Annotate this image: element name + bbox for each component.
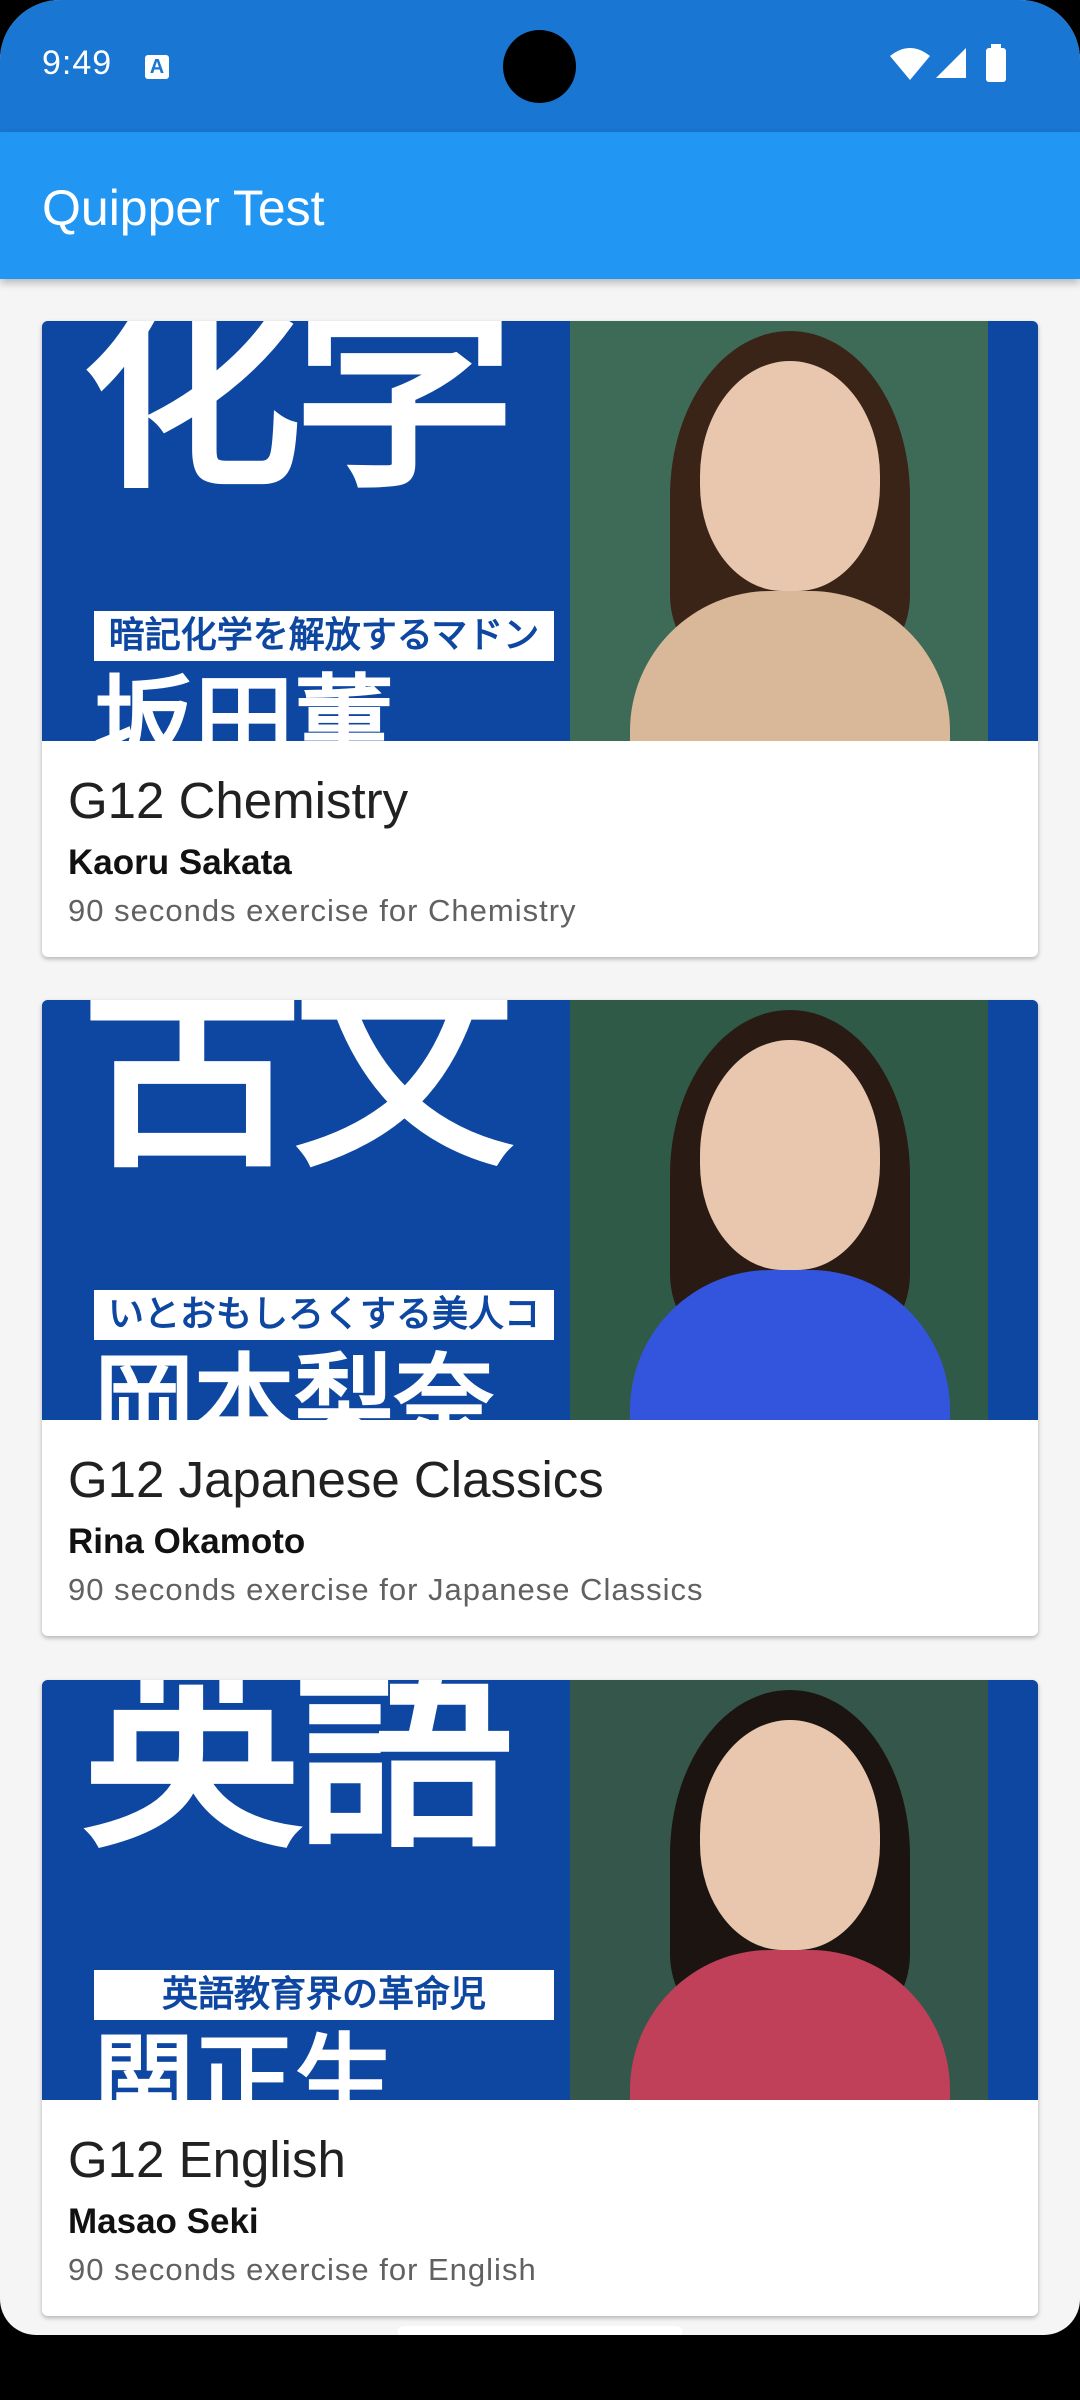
thumbnail-title-panel: 化学 暗記化学を解放するマドンナ 坂田薫: [42, 321, 570, 741]
course-teacher: Kaoru Sakata: [68, 843, 292, 882]
status-time: 9:49: [42, 44, 113, 82]
home-gesture-handle[interactable]: [398, 2326, 682, 2335]
thumbnail-teacher-name: 岡本梨奈: [94, 1343, 494, 1421]
app-bar: Quipper Test: [0, 132, 1080, 279]
course-card[interactable]: 英語 英語教育界の革命児 関正生 G12 English Masao Seki …: [42, 1680, 1038, 2316]
a-icon: A: [145, 55, 169, 79]
camera-cutout: [503, 30, 576, 103]
course-card[interactable]: 古文 いとおもしろくする美人コンダクター 岡本梨奈 G12 Japanese C…: [42, 1000, 1038, 1636]
course-teacher: Masao Seki: [68, 2202, 259, 2241]
thumbnail-tagline: 暗記化学を解放するマドンナ: [94, 611, 554, 706]
thumbnail-edge: [988, 1000, 1038, 1420]
signal-icon: [936, 48, 966, 78]
thumbnail-tagline: いとおもしろくする美人コンダクター: [94, 1290, 554, 1385]
course-card[interactable]: 化学 暗記化学を解放するマドンナ 坂田薫 G12 Chemistry Kaoru…: [42, 321, 1038, 957]
thumbnail-edge: [988, 321, 1038, 741]
thumbnail-subject-text: 古文: [82, 1000, 514, 1198]
teacher-face: [700, 361, 880, 591]
screen: 9:49 A Quipper Test 化学 暗記化学を解放するマドンナ 坂田薫: [0, 0, 1080, 2335]
course-description: 90 seconds exercise for Chemistry: [68, 893, 577, 928]
course-title: G12 Japanese Classics: [68, 1451, 604, 1508]
thumbnail-title-panel: 英語 英語教育界の革命児 関正生: [42, 1680, 570, 2100]
course-title: G12 English: [68, 2131, 346, 2188]
thumbnail-tagline: 英語教育界の革命児: [94, 1970, 554, 2020]
course-teacher: Rina Okamoto: [68, 1522, 306, 1561]
thumbnail-subject-text: 化学: [82, 321, 514, 519]
wifi-icon: [890, 48, 930, 80]
app-title: Quipper Test: [42, 180, 325, 236]
teacher-photo: [570, 321, 988, 741]
teacher-photo: [570, 1000, 988, 1420]
thumbnail-subject-text: 英語: [82, 1680, 514, 1878]
course-title: G12 Chemistry: [68, 772, 409, 829]
thumbnail-title-panel: 古文 いとおもしろくする美人コンダクター 岡本梨奈: [42, 1000, 570, 1420]
thumbnail-teacher-name: 関正生: [94, 2023, 394, 2101]
teacher-photo: [570, 1680, 988, 2100]
course-thumbnail: 英語 英語教育界の革命児 関正生: [42, 1680, 1038, 2100]
teacher-face: [700, 1720, 880, 1950]
teacher-face: [700, 1040, 880, 1270]
thumbnail-edge: [988, 1680, 1038, 2100]
battery-icon: [986, 44, 1006, 82]
course-description: 90 seconds exercise for English: [68, 2252, 537, 2287]
thumbnail-teacher-name: 坂田薫: [94, 664, 394, 742]
course-thumbnail: 化学 暗記化学を解放するマドンナ 坂田薫: [42, 321, 1038, 741]
status-bar: 9:49 A: [0, 0, 1080, 132]
course-description: 90 seconds exercise for Japanese Classic…: [68, 1572, 704, 1607]
course-thumbnail: 古文 いとおもしろくする美人コンダクター 岡本梨奈: [42, 1000, 1038, 1420]
